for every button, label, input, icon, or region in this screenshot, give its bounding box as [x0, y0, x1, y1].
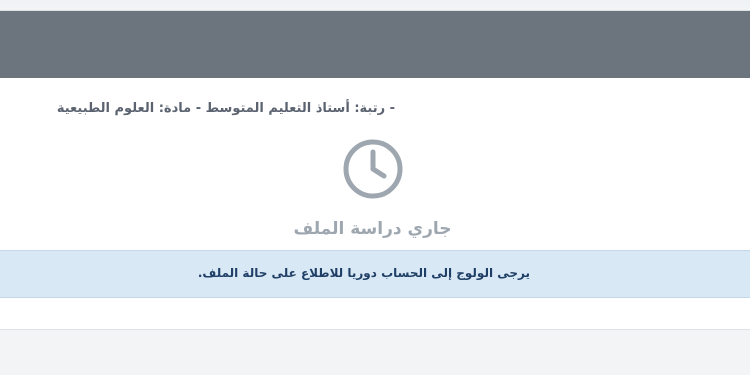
alert-message: يرجى الولوج إلى الحساب دوريا للاطلاع على… — [197, 266, 530, 280]
status-title: جاري دراسة الملف — [293, 219, 452, 239]
status-card: - رتبة: أستاذ التعليم المتوسط - مادة: ال… — [0, 10, 750, 330]
page: - رتبة: أستاذ التعليم المتوسط - مادة: ال… — [0, 0, 750, 375]
clock-icon — [342, 138, 404, 200]
info-alert: يرجى الولوج إلى الحساب دوريا للاطلاع على… — [0, 250, 750, 298]
card-header — [0, 11, 750, 78]
position-subtitle: - رتبة: أستاذ التعليم المتوسط - مادة: ال… — [56, 101, 395, 116]
